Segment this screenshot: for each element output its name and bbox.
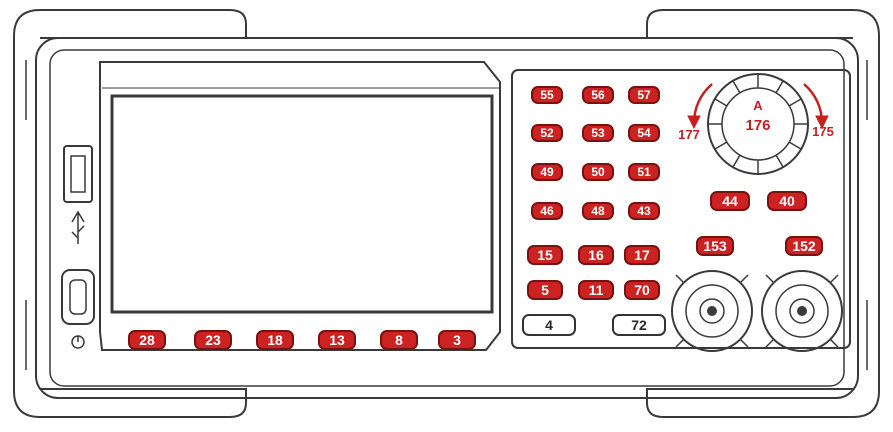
function-key-right[interactable]: 40 [767, 191, 807, 211]
keypad-key[interactable]: 49 [531, 163, 563, 181]
knob-left-label: 177 [678, 127, 700, 142]
softkey-5[interactable]: 8 [380, 330, 418, 350]
keypad-key[interactable]: 54 [628, 124, 660, 142]
panel-outline-drawing [13, 9, 880, 418]
keypad-key[interactable]: 46 [531, 202, 563, 220]
power-button[interactable] [61, 269, 95, 325]
channel-key-2[interactable]: 152 [785, 236, 823, 256]
softkey-6[interactable]: 3 [438, 330, 476, 350]
softkey-4[interactable]: 13 [318, 330, 356, 350]
keypad-key[interactable]: 5 [527, 280, 563, 300]
keypad-key[interactable]: 70 [624, 280, 660, 300]
keypad-key[interactable]: 57 [628, 86, 660, 104]
display-bezel [99, 61, 501, 351]
keypad-key[interactable]: 15 [527, 245, 563, 265]
knob-right-label: 175 [812, 124, 834, 139]
instrument-front-panel: A 176 177 175 28 23 18 13 8 3 55 56 57 5… [0, 0, 893, 427]
channel-key-1[interactable]: 153 [696, 236, 734, 256]
keypad-key[interactable]: 17 [624, 245, 660, 265]
keypad-key[interactable]: 52 [531, 124, 563, 142]
knob-center-label: 176 [745, 117, 771, 134]
usb-icon [71, 210, 85, 244]
keypad-key[interactable]: 50 [582, 163, 614, 181]
keypad-key[interactable]: 56 [582, 86, 614, 104]
bumper-top-left [13, 9, 247, 39]
knob-push-label: A [753, 98, 763, 113]
softkey-1[interactable]: 28 [128, 330, 166, 350]
keypad-key[interactable]: 51 [628, 163, 660, 181]
function-key-left[interactable]: 44 [710, 191, 750, 211]
bumper-top-right [646, 9, 880, 39]
keypad-key[interactable]: 55 [531, 86, 563, 104]
softkey-2[interactable]: 23 [194, 330, 232, 350]
bottom-key-left[interactable]: 4 [522, 314, 576, 336]
display-screen [110, 94, 494, 314]
keypad-key[interactable]: 48 [582, 202, 614, 220]
power-button-inner [69, 279, 87, 315]
keypad-key[interactable]: 11 [578, 280, 614, 300]
bumper-bottom-left [13, 388, 247, 418]
bottom-key-right[interactable]: 72 [612, 314, 666, 336]
keypad-key[interactable]: 16 [578, 245, 614, 265]
keypad-key[interactable]: 43 [628, 202, 660, 220]
keypad-key[interactable]: 53 [582, 124, 614, 142]
usb-port[interactable] [63, 145, 93, 203]
usb-port-slot [70, 155, 86, 193]
bumper-bottom-right [646, 388, 880, 418]
softkey-3[interactable]: 18 [256, 330, 294, 350]
